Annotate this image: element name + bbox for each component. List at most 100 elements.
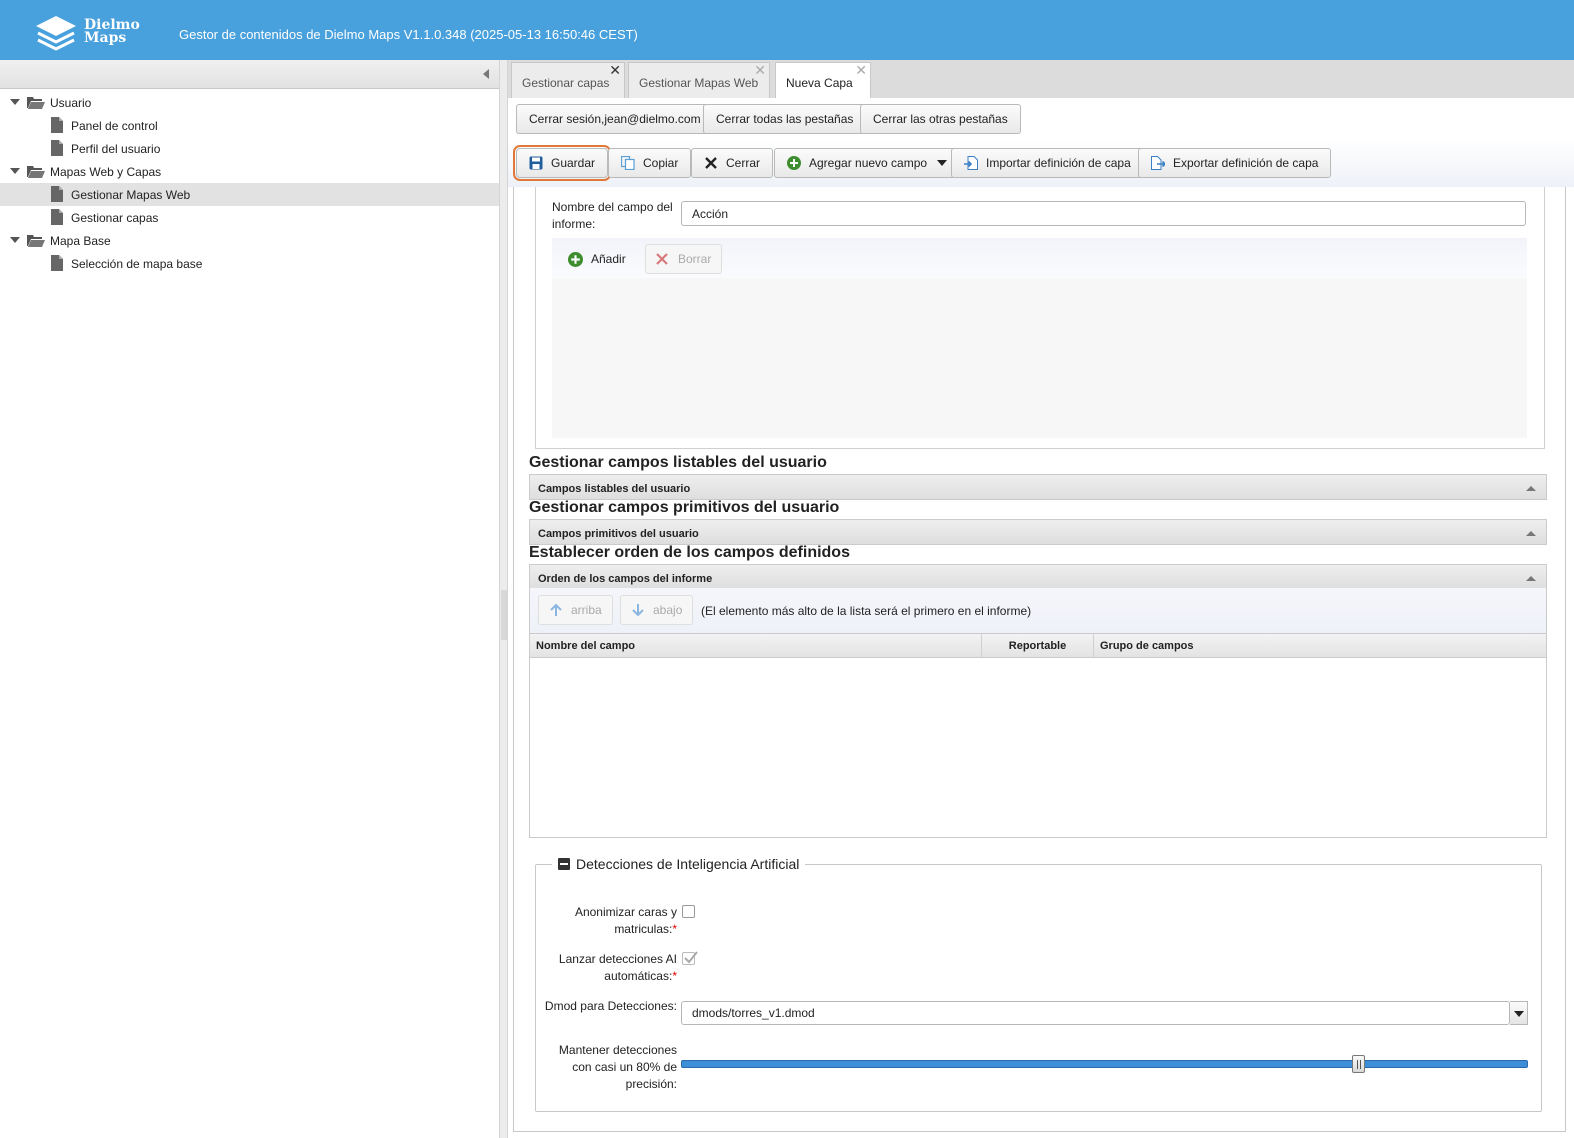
report-field-name-input[interactable]: Acción [681,201,1526,226]
primitive-fields-title: Gestionar campos primitivos del usuario [529,499,840,516]
splitter-grip[interactable] [501,590,507,640]
app-title: Gestor de contenidos de Dielmo Maps V1.1… [179,27,638,42]
add-circle-icon [787,156,801,170]
tree-item-gestionar-mapas-web[interactable]: Gestionar Mapas Web [0,183,499,206]
logo-line-2: Maps [84,30,127,46]
required-mark: * [672,922,677,936]
move-down-button[interactable]: abajo [620,595,694,625]
keep-detections-label: Mantener detecciones con casi un 80% de … [558,1043,677,1091]
logo-text: Dielmo Maps [84,18,140,46]
close-other-tabs-button[interactable]: Cerrar las otras pestañas [860,104,1021,134]
delete-item-label: Borrar [678,252,712,266]
close-tab-icon[interactable]: ✕ [609,63,621,77]
column-header-field-name[interactable]: Nombre del campo [530,634,982,657]
move-up-button[interactable]: arriba [538,595,613,625]
column-header-field-group[interactable]: Grupo de campos [1094,634,1546,657]
report-field-items-grid: Añadir Borrar [552,238,1527,438]
import-layer-definition-button[interactable]: Importar definición de capa [951,148,1144,178]
tree-group-usuario[interactable]: Usuario [0,91,499,114]
close-x-icon [705,157,717,169]
field-order-grid-body [529,658,1547,838]
precision-slider-track[interactable] [681,1060,1528,1068]
folder-open-icon [27,97,45,109]
tree-item-label: Perfil del usuario [71,142,161,156]
expand-arrow-icon[interactable] [10,237,20,243]
tree-item-label: Gestionar capas [71,211,159,225]
anonymize-label-text: Anonimizar caras y matriculas: [574,905,677,936]
export-icon [1151,156,1165,170]
collapse-panel-icon[interactable] [483,69,489,79]
add-circle-icon [568,251,583,267]
import-icon [964,156,978,170]
save-button[interactable]: Guardar [512,145,612,181]
tree-group-label: Mapa Base [50,234,111,248]
expand-arrow-icon[interactable] [10,99,20,105]
expand-arrow-icon[interactable] [10,168,20,174]
tab-nueva-capa[interactable]: Nueva Capa ✕ [775,62,871,98]
copy-label: Copiar [643,156,679,170]
import-layer-definition-label: Importar definición de capa [986,156,1131,170]
field-order-grid-header: Nombre del campo Reportable Grupo de cam… [529,633,1547,658]
dmod-label: Dmod para Detecciones: [544,999,677,1013]
folder-open-icon [27,166,45,178]
anonymize-label: Anonimizar caras y matriculas:* [542,904,677,938]
tree-group-mapa-base[interactable]: Mapa Base [0,229,499,252]
tree-group-label: Usuario [50,96,92,110]
tab-strip: Gestionar capas ✕ Gestionar Mapas Web ✕ … [508,60,1574,98]
move-down-label: abajo [653,603,683,617]
auto-detections-label: Lanzar detecciones AI automáticas:* [542,951,677,985]
close-tab-icon[interactable]: ✕ [754,63,766,77]
tree-group-mapas-web-y-capas[interactable]: Mapas Web y Capas [0,160,499,183]
dropdown-arrow-icon [937,160,948,166]
field-order-panel-header[interactable]: Orden de los campos del informe [529,564,1547,590]
file-icon [51,117,63,133]
tree-item-label: Selección de mapa base [71,257,203,271]
ai-detections-legend-label: Detecciones de Inteligencia Artificial [576,856,800,872]
precision-slider-thumb[interactable] [1352,1055,1366,1073]
collapse-up-icon[interactable] [1526,486,1536,491]
panel-splitter[interactable] [499,60,508,1138]
tab-gestionar-mapas-web[interactable]: Gestionar Mapas Web ✕ [628,62,770,98]
tree-item-panel-de-control[interactable]: Panel de control [0,114,499,137]
export-layer-definition-button[interactable]: Exportar definición de capa [1138,148,1332,178]
file-icon [51,140,63,156]
report-field-name-value: Acción [692,206,729,221]
anonymize-checkbox[interactable] [682,905,695,918]
report-field-name-label: Nombre del campo del informe: [552,200,673,231]
tab-label: Gestionar capas [522,76,610,90]
delete-item-button[interactable]: Borrar [645,244,723,274]
ai-detections-legend[interactable]: Detecciones de Inteligencia Artificial [552,856,806,872]
tree-item-label: Panel de control [71,119,158,133]
tree-item-perfil-del-usuario[interactable]: Perfil del usuario [0,137,499,160]
export-layer-definition-label: Exportar definición de capa [1173,156,1319,170]
listable-fields-panel-header[interactable]: Campos listables del usuario [529,474,1547,500]
tree-group-label: Mapas Web y Capas [50,165,162,179]
add-new-field-button[interactable]: Agregar nuevo campo [774,148,961,178]
dielmo-maps-logo: Dielmo Maps [34,12,144,52]
auto-detections-checkbox[interactable] [682,951,698,965]
delete-x-icon [656,253,668,265]
collapse-up-icon[interactable] [1526,576,1536,581]
file-icon [51,209,63,225]
required-mark: * [672,969,677,983]
arrow-down-icon [632,604,644,617]
app-header: Dielmo Maps Gestor de contenidos de Diel… [0,0,1574,60]
collapse-minus-icon[interactable] [558,858,570,870]
logout-button[interactable]: Cerrar sesión,jean@dielmo.com [516,104,714,134]
close-button[interactable]: Cerrar [691,148,774,178]
primitive-fields-panel-header[interactable]: Campos primitivos del usuario [529,519,1547,545]
tree-item-seleccion-de-mapa-base[interactable]: Selección de mapa base [0,252,499,275]
close-tab-icon[interactable]: ✕ [855,63,867,77]
dmod-combobox[interactable]: dmods/torres_v1.dmod [681,1001,1510,1025]
dmod-dropdown-arrow-icon[interactable] [1510,1001,1528,1025]
tab-gestionar-capas[interactable]: Gestionar capas ✕ [511,62,625,98]
close-all-tabs-button[interactable]: Cerrar todas las pestañas [703,104,867,134]
close-label: Cerrar [726,156,761,170]
collapse-up-icon[interactable] [1526,531,1536,536]
add-item-button[interactable]: Añadir [558,244,636,274]
tree-item-gestionar-capas[interactable]: Gestionar capas [0,206,499,229]
copy-button[interactable]: Copiar [608,148,692,178]
column-header-reportable[interactable]: Reportable [982,634,1094,657]
field-order-hint: (El elemento más alto de la lista será e… [701,604,1032,618]
listable-fields-title: Gestionar campos listables del usuario [529,454,827,471]
